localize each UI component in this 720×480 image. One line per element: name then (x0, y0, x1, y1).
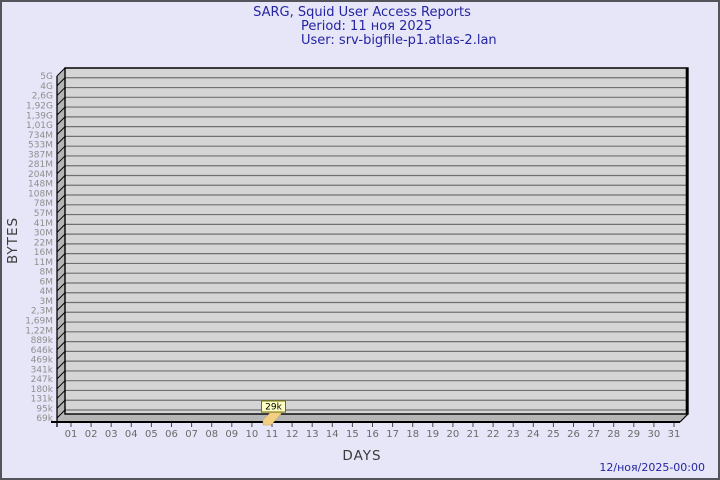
y-tick-label: 734M (28, 131, 53, 141)
x-tick-label: 25 (547, 429, 560, 440)
plot-area (65, 68, 688, 414)
x-tick-label: 22 (487, 429, 500, 440)
bytes-per-day-bar-chart: 5G4G2,6G1,92G1,39G1,01G734M533M387M281M2… (2, 2, 720, 480)
y-tick-label: 16M (34, 248, 53, 258)
y-tick-label: 4G (40, 82, 53, 92)
y-tick-label: 108M (28, 189, 53, 199)
y-tick-label: 889k (31, 336, 54, 346)
y-tick-label: 30M (34, 229, 53, 239)
y-tick-label: 1,01G (26, 121, 53, 131)
x-tick-label: 17 (386, 429, 399, 440)
x-tick-label: 26 (567, 429, 580, 440)
report-timestamp: 12/ноя/2025-00:00 (599, 461, 705, 474)
y-tick-label: 1,22M (25, 326, 53, 336)
x-tick-label: 05 (145, 429, 158, 440)
x-tick-label: 29 (627, 429, 640, 440)
bar-value-label: 29k (265, 403, 282, 413)
x-tick-label: 04 (125, 429, 138, 440)
x-tick-label: 14 (326, 429, 339, 440)
y-tick-label: 469k (31, 356, 54, 366)
y-axis-title: BYTES (5, 194, 21, 286)
floor-3d (57, 414, 688, 422)
y-tick-label: 95k (36, 404, 53, 414)
x-tick-label: 23 (507, 429, 520, 440)
x-tick-label: 18 (406, 429, 419, 440)
y-tick-label: 22M (34, 238, 53, 248)
x-tick-label: 21 (467, 429, 480, 440)
x-tick-label: 06 (165, 429, 178, 440)
x-tick-label: 10 (246, 429, 259, 440)
x-tick-label: 30 (648, 429, 661, 440)
y-tick-label: 646k (31, 346, 54, 356)
y-tick-label: 57M (34, 209, 53, 219)
y-tick-label: 387M (28, 150, 53, 160)
y-tick-label: 2,6G (32, 92, 53, 102)
y-tick-label: 1,39G (26, 111, 53, 121)
y-tick-label: 11M (34, 258, 53, 268)
x-tick-label: 07 (185, 429, 198, 440)
y-tick-label: 6M (40, 277, 54, 287)
y-tick-label: 4M (40, 287, 54, 297)
y-tick-label: 281M (28, 160, 53, 170)
x-tick-label: 12 (286, 429, 299, 440)
y-tick-label: 2,3M (31, 307, 53, 317)
y-tick-label: 78M (34, 199, 53, 209)
y-tick-label: 5G (40, 72, 53, 82)
y-tick-label: 180k (31, 385, 54, 395)
y-tick-label: 41M (34, 219, 53, 229)
y-tick-label: 247k (31, 375, 54, 385)
x-tick-label: 11 (266, 429, 279, 440)
x-tick-label: 16 (366, 429, 379, 440)
x-tick-label: 28 (607, 429, 620, 440)
y-tick-label: 341k (31, 365, 54, 375)
x-tick-label: 19 (426, 429, 439, 440)
y-tick-label: 8M (40, 268, 54, 278)
x-tick-label: 24 (527, 429, 540, 440)
x-tick-label: 08 (205, 429, 218, 440)
x-tick-label: 09 (225, 429, 238, 440)
y-tick-label: 204M (28, 170, 53, 180)
x-tick-label: 01 (65, 429, 78, 440)
x-tick-label: 13 (306, 429, 319, 440)
y-tick-label: 533M (28, 141, 53, 151)
y-tick-label: 3M (40, 297, 54, 307)
x-tick-label: 03 (105, 429, 118, 440)
y-tick-label: 1,69M (25, 316, 53, 326)
x-tick-label: 20 (447, 429, 460, 440)
x-tick-label: 02 (85, 429, 98, 440)
y-tick-label: 148M (28, 180, 53, 190)
sarg-report-page: SARG, Squid User Access Reports Period: … (0, 0, 720, 480)
y-tick-label: 1,92G (26, 102, 53, 112)
x-tick-label: 27 (587, 429, 600, 440)
y-tick-label: 131k (31, 395, 54, 405)
x-tick-label: 31 (668, 429, 681, 440)
x-tick-label: 15 (346, 429, 359, 440)
